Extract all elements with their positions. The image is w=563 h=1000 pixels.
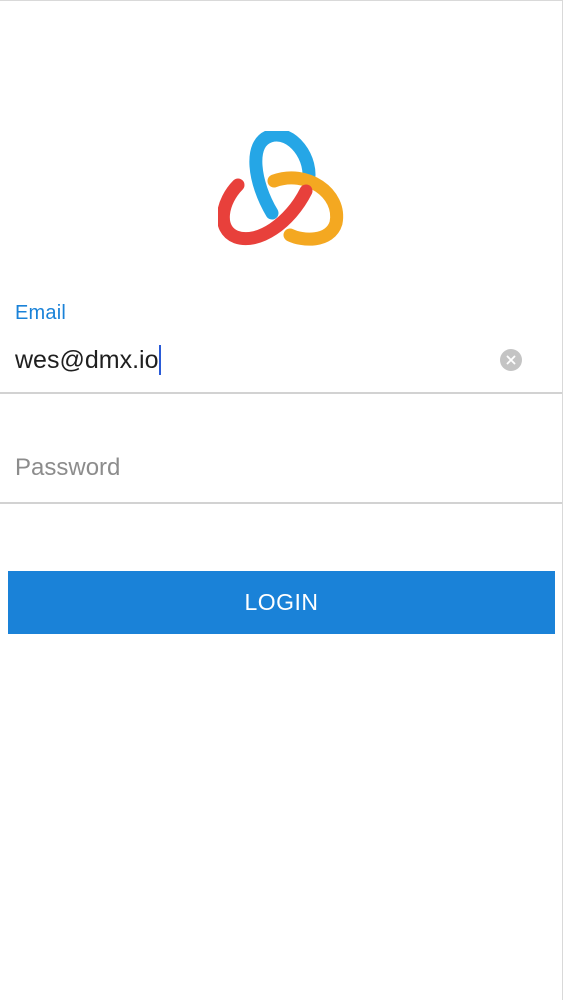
clear-circle-icon bbox=[506, 355, 516, 365]
clear-email-button[interactable] bbox=[500, 349, 522, 371]
email-input[interactable]: wes@dmx.io bbox=[15, 343, 162, 377]
password-divider bbox=[0, 502, 562, 504]
app-logo bbox=[218, 131, 346, 249]
password-field[interactable]: Password bbox=[0, 394, 562, 504]
text-caret bbox=[159, 345, 162, 375]
login-screen: Email wes@dmx.io Password LOGIN bbox=[0, 0, 563, 1000]
email-label: Email bbox=[15, 302, 67, 324]
email-value: wes@dmx.io bbox=[15, 345, 159, 374]
email-field[interactable]: Email wes@dmx.io bbox=[0, 296, 562, 394]
tri-arc-logo-icon bbox=[218, 131, 344, 246]
password-input[interactable]: Password bbox=[15, 454, 120, 482]
login-button[interactable]: LOGIN bbox=[8, 571, 555, 634]
